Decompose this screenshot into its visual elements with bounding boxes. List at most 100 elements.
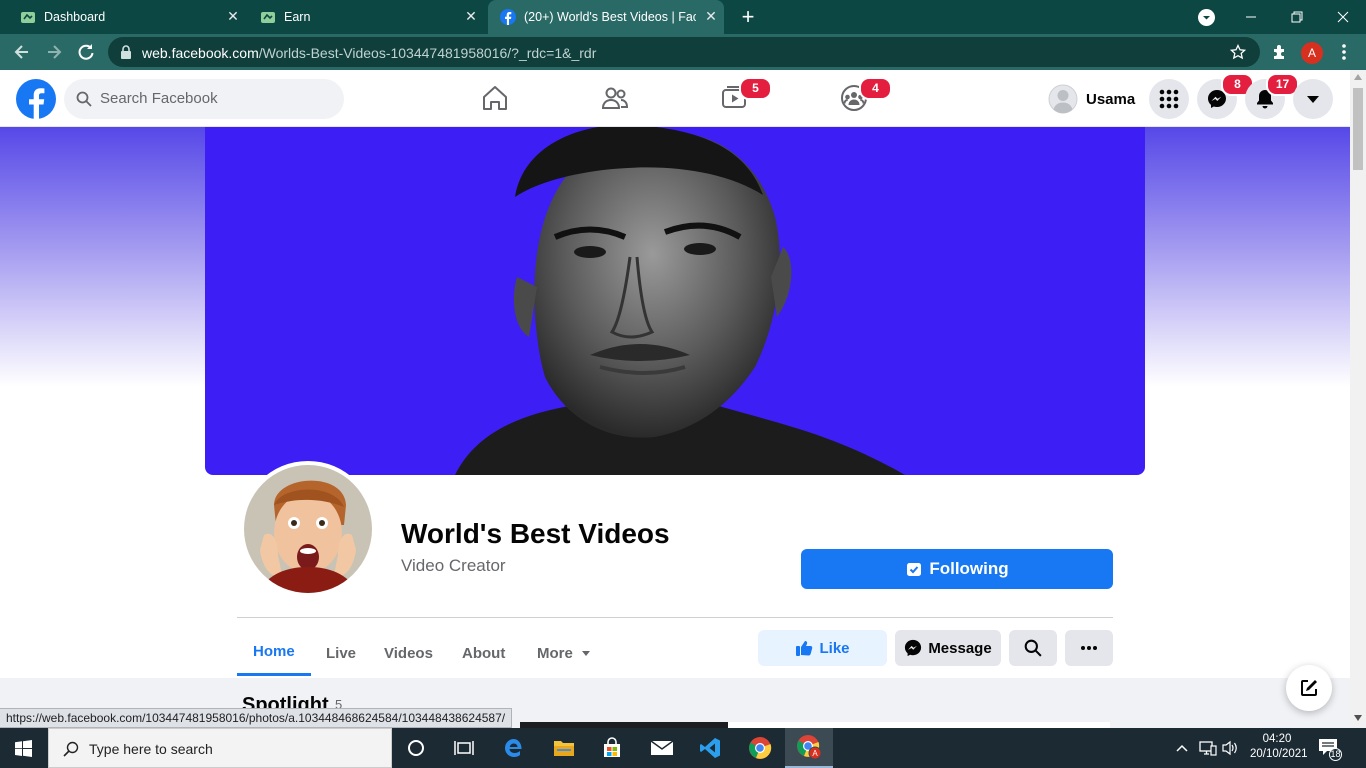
search-icon xyxy=(63,741,79,757)
messenger-icon xyxy=(905,639,922,657)
task-view-icon xyxy=(454,741,474,755)
notification-count-badge: 18 xyxy=(1329,748,1342,761)
url-host: web.facebook.com xyxy=(142,45,259,61)
taskbar-file-explorer[interactable] xyxy=(540,728,588,768)
menu-grid-button[interactable] xyxy=(1149,79,1189,119)
address-bar[interactable]: web.facebook.com/Worlds-Best-Videos-1034… xyxy=(108,37,1260,67)
message-label: Message xyxy=(928,639,992,657)
new-message-button[interactable] xyxy=(1286,665,1332,711)
taskbar-search-box[interactable]: Type here to search xyxy=(48,728,392,768)
tab-videos[interactable]: Videos xyxy=(384,630,433,676)
like-label: Like xyxy=(819,639,850,657)
search-page-button[interactable] xyxy=(1009,630,1057,666)
tab-more[interactable]: More xyxy=(537,630,592,676)
show-hidden-icons-chevron-icon[interactable] xyxy=(1176,743,1188,753)
friends-icon[interactable] xyxy=(601,84,629,112)
windows-taskbar: Type here to search A 04:20 20/10/2021 1… xyxy=(0,728,1366,768)
scroll-up-arrow-icon[interactable] xyxy=(1354,74,1362,80)
taskbar-store[interactable] xyxy=(588,728,636,768)
edge-browser-icon xyxy=(505,739,522,757)
forward-arrow-icon[interactable] xyxy=(44,42,64,62)
reload-icon[interactable] xyxy=(76,42,96,62)
page-profile-picture[interactable] xyxy=(240,461,376,597)
scroll-down-arrow-icon[interactable] xyxy=(1354,715,1362,721)
tab-home[interactable]: Home xyxy=(237,630,311,676)
task-view-button[interactable] xyxy=(440,728,488,768)
facebook-search-field[interactable]: Search Facebook xyxy=(64,79,344,119)
home-icon[interactable] xyxy=(481,84,509,112)
like-page-button[interactable]: Like xyxy=(758,630,887,666)
cover-photo[interactable] xyxy=(205,127,1145,475)
svg-text:A: A xyxy=(812,749,818,758)
clock-time: 04:20 xyxy=(1262,733,1292,745)
tab-title: Earn xyxy=(284,10,311,24)
profile-avatar[interactable]: A xyxy=(1301,42,1323,64)
following-label: Following xyxy=(929,559,1009,578)
taskbar-clock[interactable]: 04:20 20/10/2021 xyxy=(1250,732,1308,762)
taskbar-search-placeholder: Type here to search xyxy=(89,741,213,757)
profile-shortcut[interactable]: Usama xyxy=(1045,80,1135,118)
tab-live[interactable]: Live xyxy=(326,630,356,676)
close-tab-icon[interactable]: ✕ xyxy=(704,9,718,23)
search-icon xyxy=(76,91,92,107)
network-icon[interactable] xyxy=(1199,740,1217,756)
store-bag-icon xyxy=(604,737,620,757)
cover-portrait-image xyxy=(455,127,905,475)
clock-date: 20/10/2021 xyxy=(1250,748,1308,760)
taskbar-edge[interactable] xyxy=(490,728,538,768)
account-menu-button[interactable] xyxy=(1293,79,1333,119)
tab-dashboard[interactable]: Dashboard ✕ xyxy=(8,0,244,34)
close-window-icon[interactable] xyxy=(1320,0,1366,34)
search-icon xyxy=(1024,639,1042,657)
page-scrollbar[interactable] xyxy=(1350,70,1366,728)
window-controls xyxy=(1228,0,1366,34)
facebook-logo-icon[interactable] xyxy=(16,79,56,119)
mail-envelope-icon xyxy=(650,740,674,755)
taskbar-mail[interactable] xyxy=(638,728,686,768)
page-category[interactable]: Video Creator xyxy=(401,556,506,576)
browser-toolbar: web.facebook.com/Worlds-Best-Videos-1034… xyxy=(0,34,1366,70)
following-button[interactable]: Following xyxy=(801,549,1113,589)
url-text[interactable]: web.facebook.com/Worlds-Best-Videos-1034… xyxy=(142,45,596,61)
more-options-button[interactable] xyxy=(1065,630,1113,666)
caret-down-icon xyxy=(1307,96,1319,103)
back-arrow-icon[interactable] xyxy=(12,42,32,62)
groups-badge: 4 xyxy=(859,77,892,100)
taskbar-chrome[interactable] xyxy=(736,728,784,768)
taskbar-chrome-profile[interactable]: A xyxy=(785,728,833,768)
windows-start-icon[interactable] xyxy=(15,740,32,757)
restore-icon[interactable] xyxy=(1274,0,1320,34)
profile-photo-image xyxy=(244,465,372,593)
cortana-button[interactable] xyxy=(392,728,440,768)
folder-icon xyxy=(554,741,574,756)
thumbs-up-icon xyxy=(796,641,813,656)
url-path: /Worlds-Best-Videos-103447481958016/?_rd… xyxy=(258,45,597,61)
page-title: World's Best Videos xyxy=(401,518,670,549)
divider xyxy=(237,617,1113,618)
tab-search-icon[interactable] xyxy=(1198,9,1215,26)
action-center-button[interactable]: 18 xyxy=(1318,738,1342,761)
bookmark-star-icon[interactable] xyxy=(1230,44,1246,60)
close-tab-icon[interactable]: ✕ xyxy=(464,9,478,23)
browser-tab-bar: Dashboard ✕ Earn ✕ (20+) World's Best Vi… xyxy=(0,0,1366,34)
tab-earn[interactable]: Earn ✕ xyxy=(248,0,484,34)
scrollbar-thumb[interactable] xyxy=(1353,88,1363,170)
compose-edit-icon xyxy=(1301,680,1317,696)
tab-about[interactable]: About xyxy=(462,630,505,676)
extensions-puzzle-icon[interactable] xyxy=(1270,42,1290,62)
tab-facebook-page[interactable]: (20+) World's Best Videos | Faceb ✕ xyxy=(488,0,724,34)
cortana-circle-icon xyxy=(408,740,424,756)
minimize-icon[interactable] xyxy=(1228,0,1274,34)
site-favicon-icon xyxy=(261,12,275,23)
site-favicon-icon xyxy=(21,12,35,23)
kebab-menu-icon[interactable] xyxy=(1334,42,1354,62)
user-avatar-icon xyxy=(1048,84,1078,114)
volume-icon[interactable] xyxy=(1221,740,1239,756)
lock-icon[interactable] xyxy=(120,45,132,59)
message-button[interactable]: Message xyxy=(895,630,1001,666)
check-inbox-icon xyxy=(907,563,922,576)
taskbar-vscode[interactable] xyxy=(686,728,734,768)
close-tab-icon[interactable]: ✕ xyxy=(226,9,240,23)
new-tab-plus-icon[interactable]: + xyxy=(738,6,758,28)
vscode-icon xyxy=(700,738,720,758)
